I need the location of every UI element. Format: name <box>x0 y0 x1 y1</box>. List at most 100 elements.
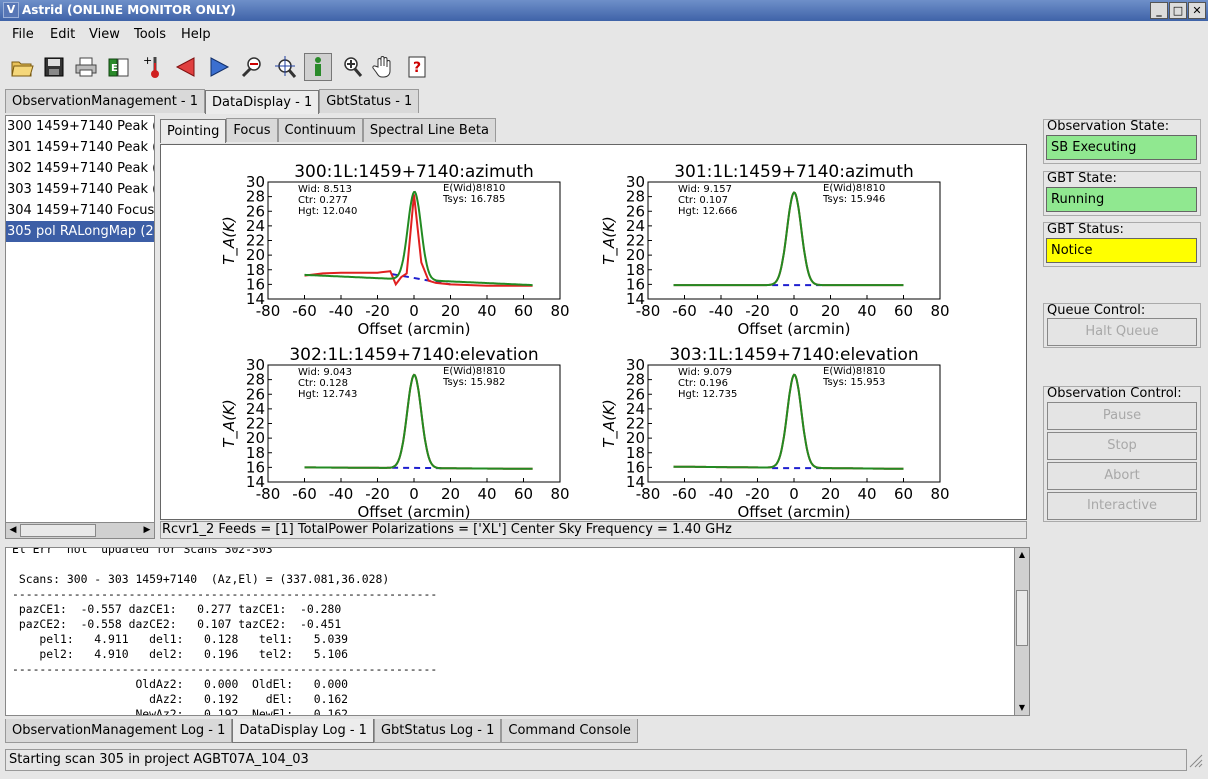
y-tick-label: 14 <box>626 473 645 491</box>
list-item[interactable]: 303 1459+7140 Peak (4 of <box>6 179 154 200</box>
scroll-right-arrow-icon[interactable]: ▶ <box>141 524 153 537</box>
svg-text:?: ? <box>413 60 421 76</box>
x-tick-label: 60 <box>894 485 913 503</box>
list-item[interactable]: 300 1459+7140 Peak (1 of <box>6 116 154 137</box>
list-item[interactable]: 304 1459+7140 FocusSubr <box>6 200 154 221</box>
log-output: El Err not updated for Scans 302-303 Sca… <box>5 547 1015 716</box>
fit-annotation: Ctr: 0.196 <box>678 378 728 389</box>
x-tick-label: 80 <box>930 302 949 320</box>
list-item-selected[interactable]: 305 pol RALongMap (25 of <box>6 221 154 242</box>
scroll-down-arrow-icon[interactable]: ▼ <box>1016 702 1028 714</box>
list-item[interactable]: 301 1459+7140 Peak (2 of <box>6 137 154 158</box>
thermometer-icon[interactable]: + <box>138 53 166 81</box>
scroll-up-arrow-icon[interactable]: ▲ <box>1016 549 1028 561</box>
close-button[interactable]: ✕ <box>1188 2 1206 19</box>
tab-data-display-log[interactable]: DataDisplay Log - 1 <box>232 719 374 743</box>
export-icon[interactable]: E <box>105 53 133 81</box>
help-icon[interactable]: ? <box>403 53 431 81</box>
maximize-button[interactable]: □ <box>1169 2 1187 19</box>
menu-tools[interactable]: Tools <box>134 27 166 42</box>
y-axis-label: T_A(K) <box>220 216 239 264</box>
obs-state-value: SB Executing <box>1046 135 1197 160</box>
menu-edit[interactable]: Edit <box>50 27 75 42</box>
svg-text:E: E <box>111 63 118 74</box>
list-item[interactable]: 302 1459+7140 Peak (3 of <box>6 158 154 179</box>
window-title: Astrid (ONLINE MONITOR ONLY) <box>22 3 236 17</box>
tab-pointing[interactable]: Pointing <box>160 119 227 143</box>
info-pointer-icon[interactable] <box>304 53 332 81</box>
fit-annotation: Ctr: 0.128 <box>298 378 348 389</box>
x-tick-label: 60 <box>894 302 913 320</box>
log-scrollbar[interactable]: ▲ ▼ <box>1014 547 1030 716</box>
x-tick-label: 40 <box>477 485 496 503</box>
queue-control-label: Queue Control: <box>1047 303 1146 318</box>
plot-title: 301:1L:1459+7140:azimuth <box>674 162 914 182</box>
x-tick-label: -40 <box>709 485 734 503</box>
print-icon[interactable] <box>72 53 100 81</box>
obs-control-label: Observation Control: <box>1047 386 1182 401</box>
pause-button[interactable]: Pause <box>1047 402 1197 430</box>
menu-file[interactable]: File <box>12 27 34 42</box>
resize-grip-icon[interactable] <box>1186 749 1204 769</box>
open-folder-icon[interactable] <box>8 53 36 81</box>
scroll-left-arrow-icon[interactable]: ◀ <box>7 524 19 537</box>
y-tick-label: 30 <box>626 356 645 374</box>
scrollbar-thumb[interactable] <box>20 524 96 537</box>
menu-bar: File Edit View Tools Help <box>0 23 1208 47</box>
fit-annotation: Hgt: 12.743 <box>298 389 357 400</box>
fit-annotation: Tsys: 15.982 <box>442 377 505 388</box>
scrollbar-thumb[interactable] <box>1016 590 1028 646</box>
stop-button[interactable]: Stop <box>1047 432 1197 460</box>
pan-hand-icon[interactable] <box>370 53 398 81</box>
y-axis-label: T_A(K) <box>600 216 619 264</box>
tab-obs-management-log[interactable]: ObservationManagement Log - 1 <box>5 719 233 743</box>
menu-help[interactable]: Help <box>181 27 211 42</box>
tab-focus[interactable]: Focus <box>226 118 278 142</box>
zoom-in-icon[interactable] <box>337 53 365 81</box>
tab-data-display[interactable]: DataDisplay - 1 <box>205 90 320 114</box>
x-tick-label: 40 <box>857 302 876 320</box>
fit-annotation: E(Wid)8!810 <box>443 366 505 377</box>
pointing-plots: 300:1L:1459+7140:azimuth-80 -60 -40 -20 0 20 4… <box>220 162 950 521</box>
forward-arrow-icon[interactable] <box>205 53 233 81</box>
halt-queue-button[interactable]: Halt Queue <box>1047 318 1197 346</box>
plot-title: 303:1L:1459+7140:elevation <box>669 345 918 365</box>
menu-view[interactable]: View <box>89 27 120 42</box>
tab-gbt-status[interactable]: GbtStatus - 1 <box>319 89 420 113</box>
x-tick-label: 60 <box>514 302 533 320</box>
save-disk-icon[interactable] <box>40 53 68 81</box>
interactive-button[interactable]: Interactive <box>1047 492 1197 520</box>
x-tick-label: -60 <box>292 302 317 320</box>
receiver-info: Rcvr1_2 Feeds = [1] TotalPower Polarizat… <box>160 521 1027 539</box>
x-tick-label: -60 <box>672 485 697 503</box>
fit-annotation: Wid: 9.043 <box>298 367 352 378</box>
abort-button[interactable]: Abort <box>1047 462 1197 490</box>
tab-spectral-line-beta[interactable]: Spectral Line Beta <box>362 118 496 142</box>
x-tick-label: -40 <box>709 302 734 320</box>
window-menu-button[interactable]: V <box>3 2 19 18</box>
fit-annotation: Ctr: 0.107 <box>678 195 728 206</box>
tab-command-console[interactable]: Command Console <box>501 719 638 743</box>
x-axis-label: Offset (arcmin) <box>357 320 470 338</box>
x-tick-label: 20 <box>441 485 460 503</box>
zoom-out-icon[interactable] <box>238 53 266 81</box>
gbt-status-value: Notice <box>1046 238 1197 263</box>
fit-annotation: Tsys: 15.946 <box>822 194 885 205</box>
tab-continuum[interactable]: Continuum <box>277 118 363 142</box>
scan-list-scrollbar[interactable]: ◀ ▶ <box>5 522 155 539</box>
x-tick-label: -60 <box>292 485 317 503</box>
back-arrow-icon[interactable] <box>172 53 200 81</box>
minimize-button[interactable]: _ <box>1150 2 1168 19</box>
zoom-fit-icon[interactable] <box>271 53 299 81</box>
x-tick-label: 20 <box>821 302 840 320</box>
status-bar: Starting scan 305 in project AGBT07A_104… <box>5 749 1187 771</box>
plot-title: 302:1L:1459+7140:elevation <box>289 345 538 365</box>
tab-gbt-status-log[interactable]: GbtStatus Log - 1 <box>373 719 502 743</box>
fit-annotation: Tsys: 16.785 <box>442 194 505 205</box>
tab-observation-management[interactable]: ObservationManagement - 1 <box>5 89 206 113</box>
x-axis-label: Offset (arcmin) <box>737 320 850 338</box>
fit-annotation: Wid: 9.157 <box>678 184 732 195</box>
fit-annotation: Wid: 9.079 <box>678 367 732 378</box>
y-tick-label: 30 <box>246 173 265 191</box>
y-tick-label: 14 <box>626 290 645 308</box>
